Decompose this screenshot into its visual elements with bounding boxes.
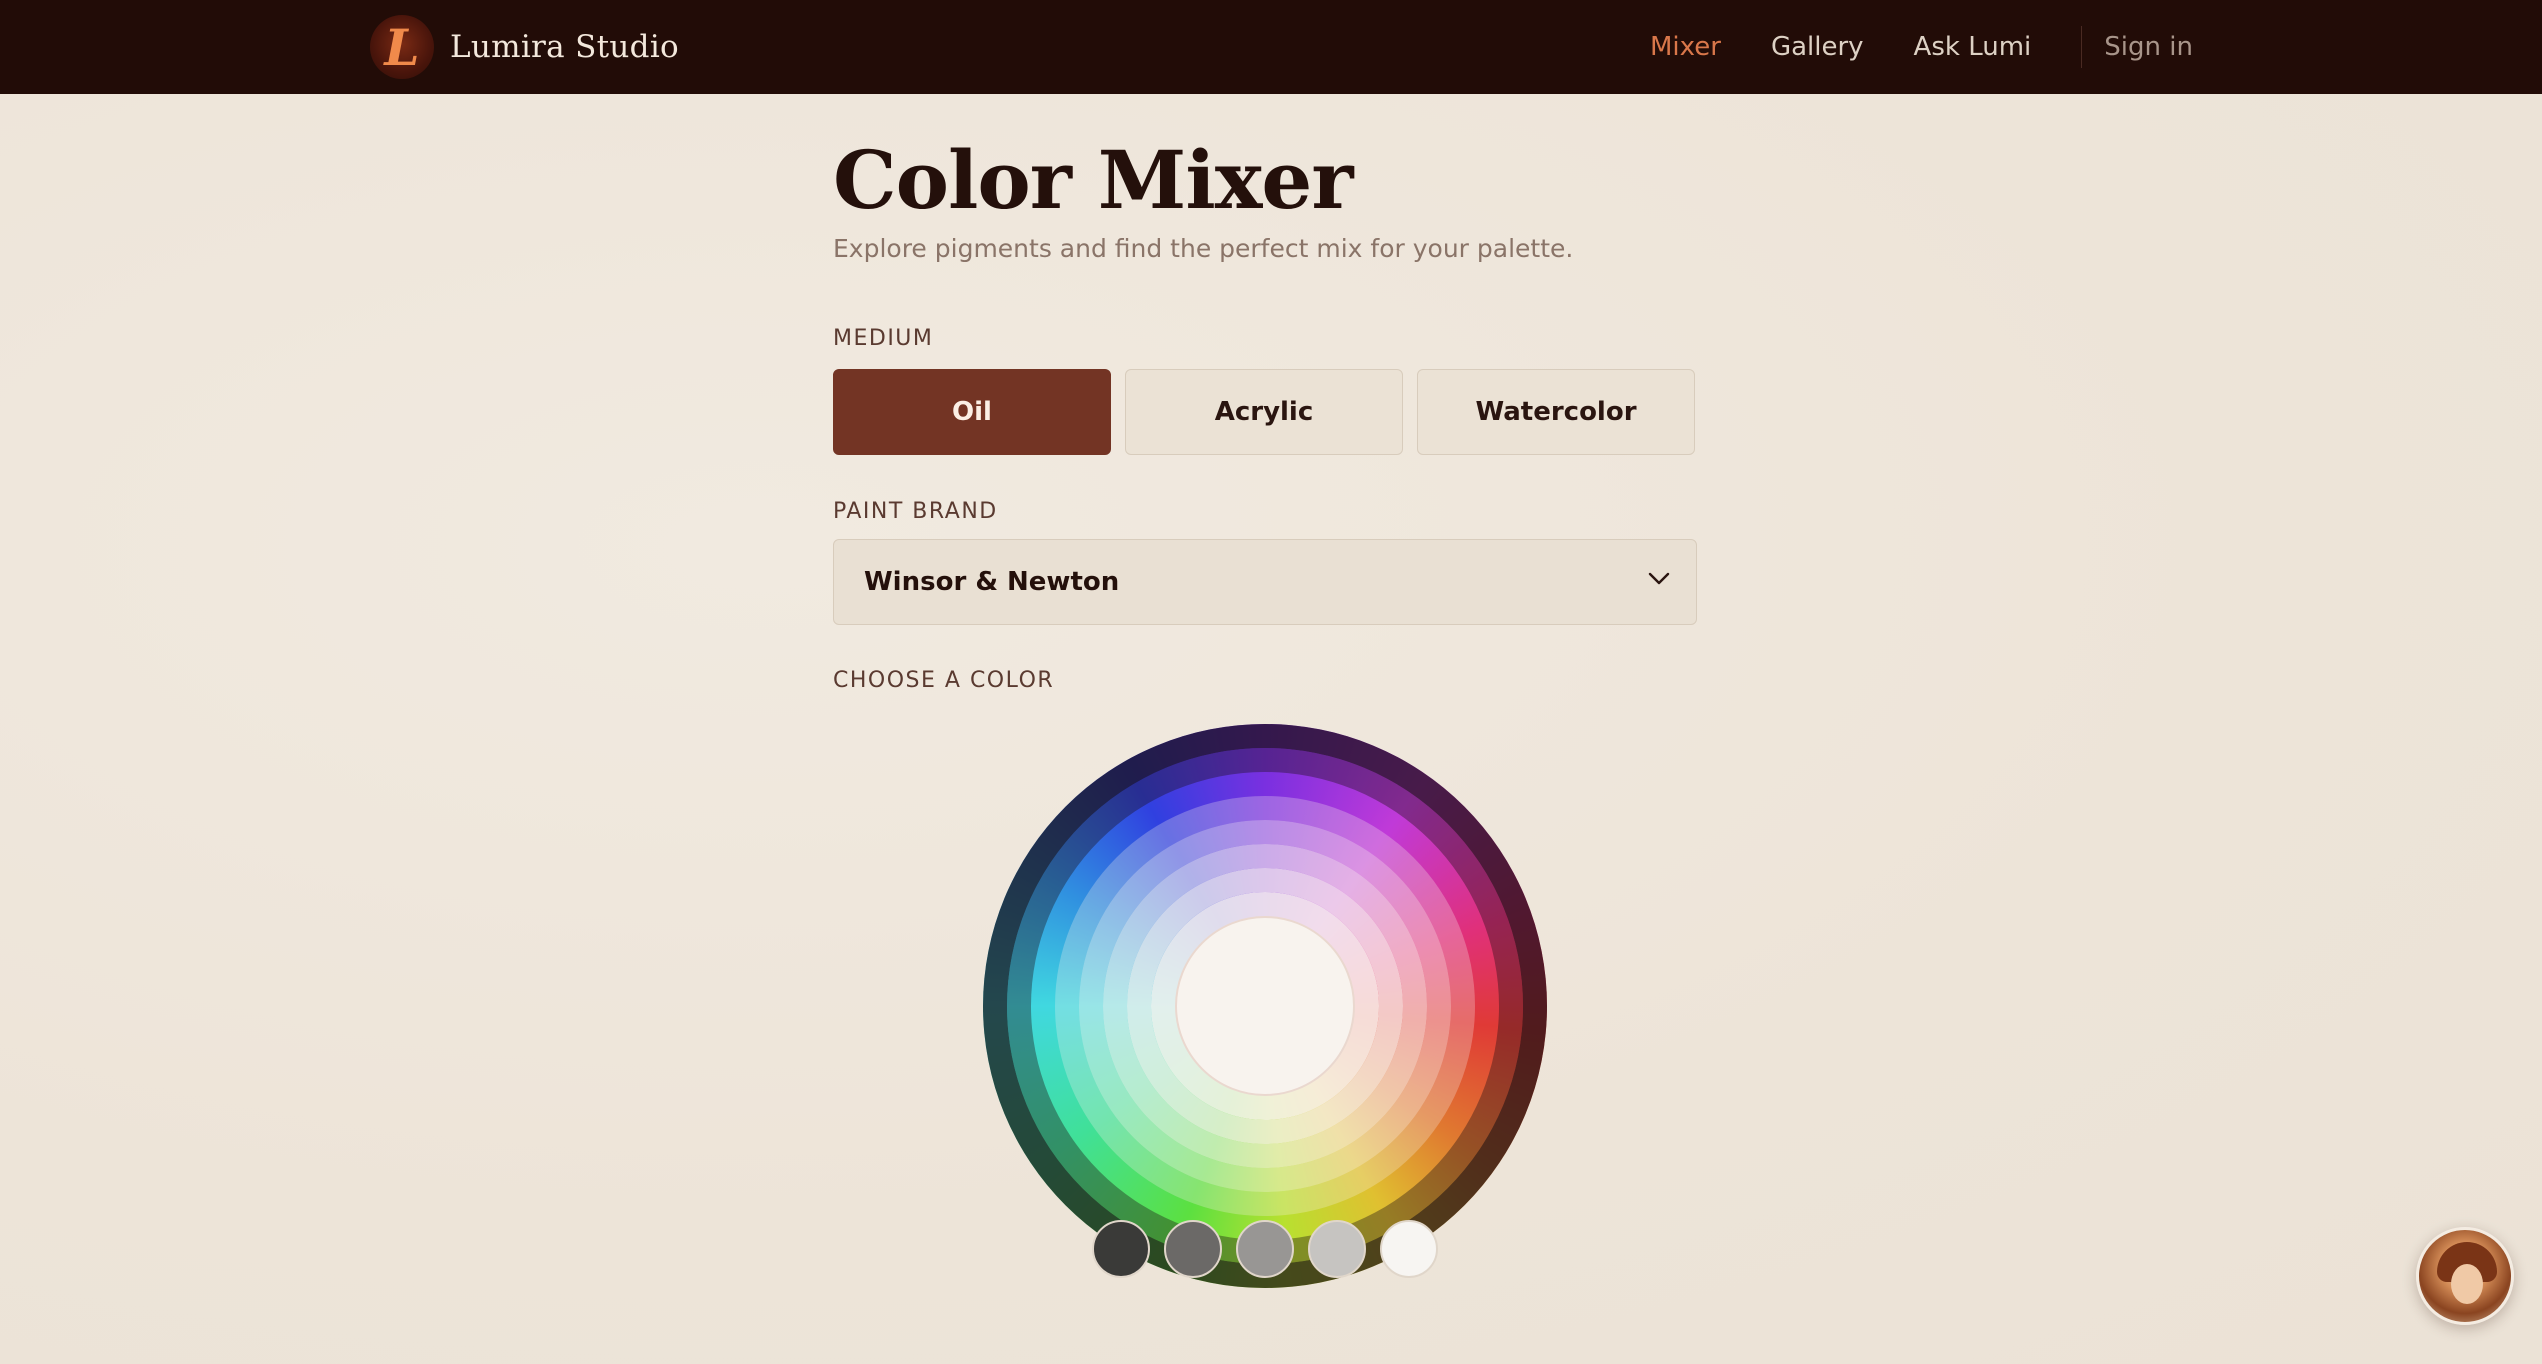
top-navbar: L Lumira Studio Mixer Gallery Ask Lumi S… — [0, 0, 2542, 94]
neutral-swatches — [1092, 1220, 1438, 1278]
color-wheel-center[interactable] — [1175, 916, 1355, 1096]
medium-label: MEDIUM — [833, 326, 934, 351]
neutral-swatch[interactable] — [1092, 1220, 1150, 1278]
brand-name: Lumira Studio — [450, 29, 679, 65]
nav-links: Mixer Gallery Ask Lumi Sign in — [1650, 0, 2193, 94]
medium-oil-button[interactable]: Oil — [833, 369, 1111, 455]
brand[interactable]: L Lumira Studio — [370, 10, 679, 84]
paint-brand-value: Winsor & Newton — [864, 567, 1120, 597]
sign-in-link[interactable]: Sign in — [2104, 32, 2193, 62]
nav-link-ask-lumi[interactable]: Ask Lumi — [1914, 32, 2032, 62]
choose-color-label: CHOOSE A COLOR — [833, 668, 1055, 693]
paint-brand-select[interactable]: Winsor & Newton — [833, 539, 1697, 625]
nav-link-mixer[interactable]: Mixer — [1650, 32, 1721, 62]
chevron-down-icon — [1648, 572, 1670, 585]
avatar-face — [2451, 1264, 2483, 1304]
main-content: Color Mixer Explore pigments and find th… — [833, 94, 1697, 1288]
nav-divider — [2081, 26, 2083, 68]
page-subtitle: Explore pigments and find the perfect mi… — [833, 234, 1574, 263]
paint-brand-label: PAINT BRAND — [833, 499, 998, 524]
nav-link-gallery[interactable]: Gallery — [1771, 32, 1864, 62]
medium-acrylic-button[interactable]: Acrylic — [1125, 369, 1403, 455]
neutral-swatch[interactable] — [1164, 1220, 1222, 1278]
neutral-swatch[interactable] — [1380, 1220, 1438, 1278]
medium-watercolor-button[interactable]: Watercolor — [1417, 369, 1695, 455]
logo-icon: L — [370, 15, 434, 79]
neutral-swatch[interactable] — [1236, 1220, 1294, 1278]
page-title: Color Mixer — [833, 133, 1353, 227]
medium-selector: Oil Acrylic Watercolor — [833, 369, 1695, 455]
color-wheel[interactable] — [983, 724, 1547, 1288]
assistant-avatar[interactable] — [2416, 1227, 2514, 1325]
neutral-swatch[interactable] — [1308, 1220, 1366, 1278]
